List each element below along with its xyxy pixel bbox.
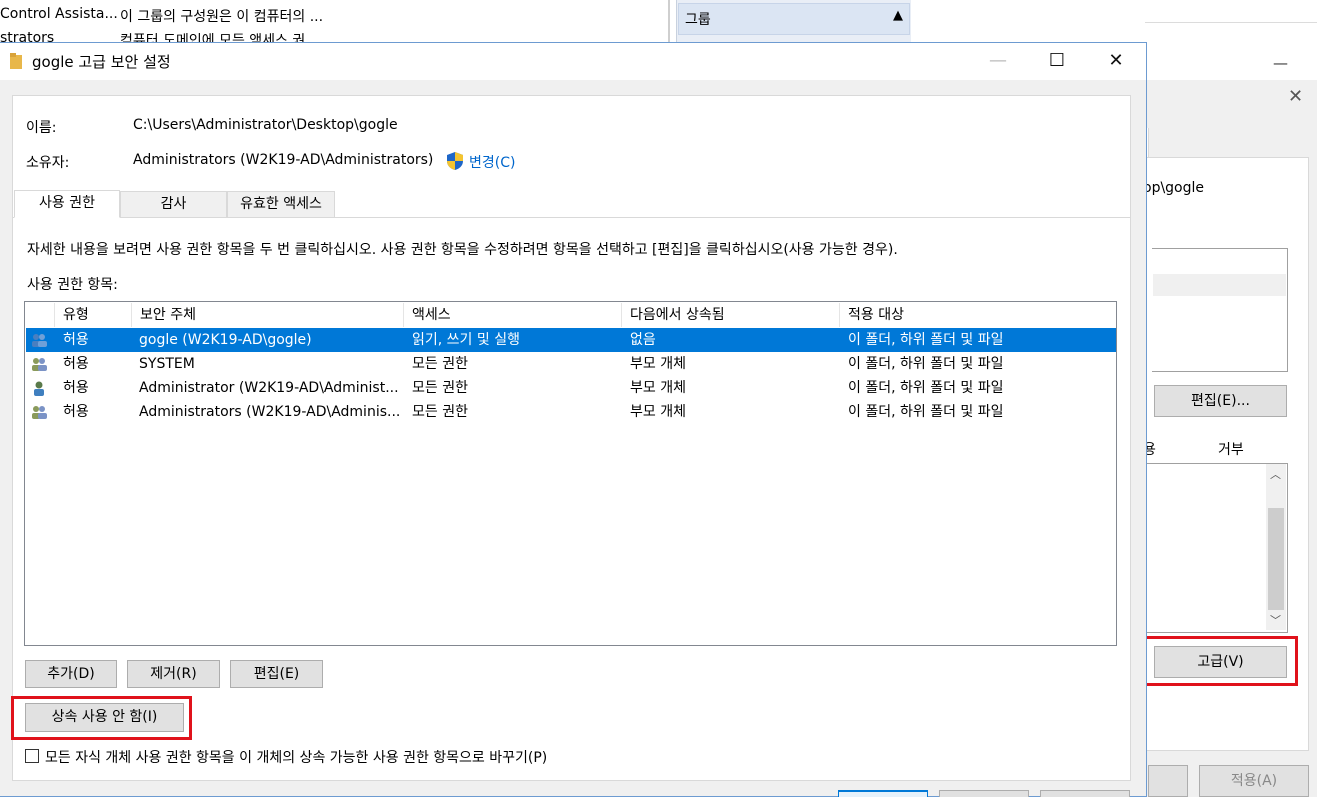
- owner-value: Administrators (W2K19-AD\Administrators): [133, 152, 434, 168]
- close-icon[interactable]: ✕: [1093, 43, 1139, 80]
- replace-child-permissions-checkbox[interactable]: [25, 749, 39, 763]
- row-inherited: 부모 개체: [630, 356, 686, 372]
- change-owner-link[interactable]: 변경(C): [469, 152, 515, 172]
- apply-button[interactable]: 적용(A): [1199, 765, 1309, 797]
- row-applies: 이 폴더, 하위 폴더 및 파일: [848, 356, 1004, 372]
- bg-group-desc: 컴퓨터 도메인에 모든 액세스 권...: [120, 33, 319, 42]
- bg-props-window-strip: —: [1145, 50, 1317, 78]
- collapse-up-icon[interactable]: ▲: [893, 8, 903, 23]
- row-applies: 이 폴더, 하위 폴더 및 파일: [848, 332, 1004, 348]
- bg-props-path: op\gogle: [1143, 180, 1205, 196]
- bg-actions-group-label: 그룹: [685, 12, 711, 28]
- column-header-applies[interactable]: 적용 대상: [840, 303, 1116, 327]
- users-icon: [32, 334, 47, 347]
- row-principal: Administrators (W2K19-AD\Adminis...: [139, 404, 401, 420]
- remove-button[interactable]: 제거(R): [127, 660, 220, 688]
- dialog-title: gogle 고급 보안 설정: [32, 53, 171, 71]
- highlight-box-disable-inheritance: [11, 696, 192, 740]
- chevron-up-icon[interactable]: ︿: [1270, 466, 1281, 482]
- row-inherited: 부모 개체: [630, 404, 686, 420]
- tab-permissions[interactable]: 사용 권한: [14, 190, 120, 218]
- background-explorer: Control Assista... 이 그룹의 구성원은 이 컴퓨터의 ...…: [0, 0, 670, 42]
- row-access: 모든 권한: [412, 356, 468, 372]
- bg-props-edit-button[interactable]: 편집(E)...: [1154, 385, 1287, 417]
- column-header-access[interactable]: 액세스: [404, 303, 622, 327]
- cancel-button[interactable]: [939, 790, 1029, 797]
- table-row[interactable]: 허용 SYSTEM 모든 권한 부모 개체 이 폴더, 하위 폴더 및 파일: [26, 352, 1116, 376]
- column-header-inherited[interactable]: 다음에서 상속됨: [622, 303, 840, 327]
- tab-effective-access[interactable]: 유효한 액세스: [227, 191, 335, 217]
- minimize-icon[interactable]: —: [975, 43, 1021, 80]
- column-header-type[interactable]: 유형: [55, 303, 132, 327]
- row-inherited: 없음: [630, 332, 656, 348]
- row-principal: Administrator (W2K19-AD\Administ...: [139, 380, 399, 396]
- row-type: 허용: [63, 356, 89, 372]
- owner-label: 소유자:: [26, 155, 70, 171]
- name-value: C:\Users\Administrator\Desktop\gogle: [133, 117, 398, 133]
- row-inherited: 부모 개체: [630, 380, 686, 396]
- bg-props-selected-row[interactable]: [1153, 274, 1286, 296]
- users-icon: [32, 358, 47, 371]
- add-button[interactable]: 추가(D): [25, 660, 117, 688]
- highlight-box-advanced: [1142, 636, 1298, 686]
- edit-button[interactable]: 편집(E): [230, 660, 323, 688]
- column-header-icon[interactable]: [25, 303, 55, 327]
- row-type: 허용: [63, 332, 89, 348]
- row-access: 모든 권한: [412, 404, 468, 420]
- bg-divider: [668, 0, 670, 42]
- users-icon: [32, 406, 47, 419]
- bg-group-name: Control Assista...: [0, 6, 118, 22]
- minimize-icon[interactable]: —: [1273, 54, 1288, 72]
- tabs-divider: [12, 217, 1131, 218]
- folder-icon: [10, 53, 22, 69]
- bg-props-deny-col: 거부: [1218, 442, 1244, 458]
- apply-button[interactable]: [1040, 790, 1130, 797]
- table-row[interactable]: 허용 Administrators (W2K19-AD\Adminis... 모…: [26, 400, 1116, 424]
- close-icon[interactable]: ✕: [1288, 86, 1303, 107]
- bg-group-name: strators: [0, 30, 55, 42]
- table-row[interactable]: 허용 gogle (W2K19-AD\gogle) 읽기, 쓰기 및 실행 없음…: [26, 328, 1116, 352]
- row-type: 허용: [63, 380, 89, 396]
- row-applies: 이 폴더, 하위 폴더 및 파일: [848, 404, 1004, 420]
- instructions-text: 자세한 내용을 보려면 사용 권한 항목을 두 번 클릭하십시오. 사용 권한 …: [27, 242, 898, 258]
- row-applies: 이 폴더, 하위 폴더 및 파일: [848, 380, 1004, 396]
- chevron-down-icon[interactable]: ﹀: [1270, 612, 1281, 628]
- bg-actions-group-header[interactable]: 그룹 ▲: [678, 3, 910, 35]
- table-row[interactable]: 허용 Administrator (W2K19-AD\Administ... 모…: [26, 376, 1116, 400]
- bg-props-principals-list[interactable]: [1152, 248, 1288, 372]
- bg-line: [1145, 22, 1317, 23]
- replace-child-permissions-label: 모든 자식 개체 사용 권한 항목을 이 개체의 상속 가능한 사용 권한 항목…: [45, 750, 548, 766]
- entries-label: 사용 권한 항목:: [27, 277, 118, 293]
- bg-ok-button[interactable]: [1148, 765, 1188, 797]
- uac-shield-icon: [447, 152, 463, 170]
- row-type: 허용: [63, 404, 89, 420]
- maximize-icon[interactable]: ☐: [1034, 43, 1080, 80]
- row-access: 모든 권한: [412, 380, 468, 396]
- name-label: 이름:: [26, 120, 57, 136]
- row-principal: SYSTEM: [139, 356, 195, 372]
- scrollbar-thumb[interactable]: [1268, 508, 1284, 610]
- ok-button[interactable]: [838, 790, 928, 797]
- row-principal: gogle (W2K19-AD\gogle): [139, 332, 312, 348]
- row-access: 읽기, 쓰기 및 실행: [412, 332, 520, 348]
- tab-auditing[interactable]: 감사: [120, 191, 227, 217]
- bg-group-desc: 이 그룹의 구성원은 이 컴퓨터의 ...: [120, 9, 324, 25]
- column-header-principal[interactable]: 보안 주체: [132, 303, 404, 327]
- user-icon: [34, 381, 44, 396]
